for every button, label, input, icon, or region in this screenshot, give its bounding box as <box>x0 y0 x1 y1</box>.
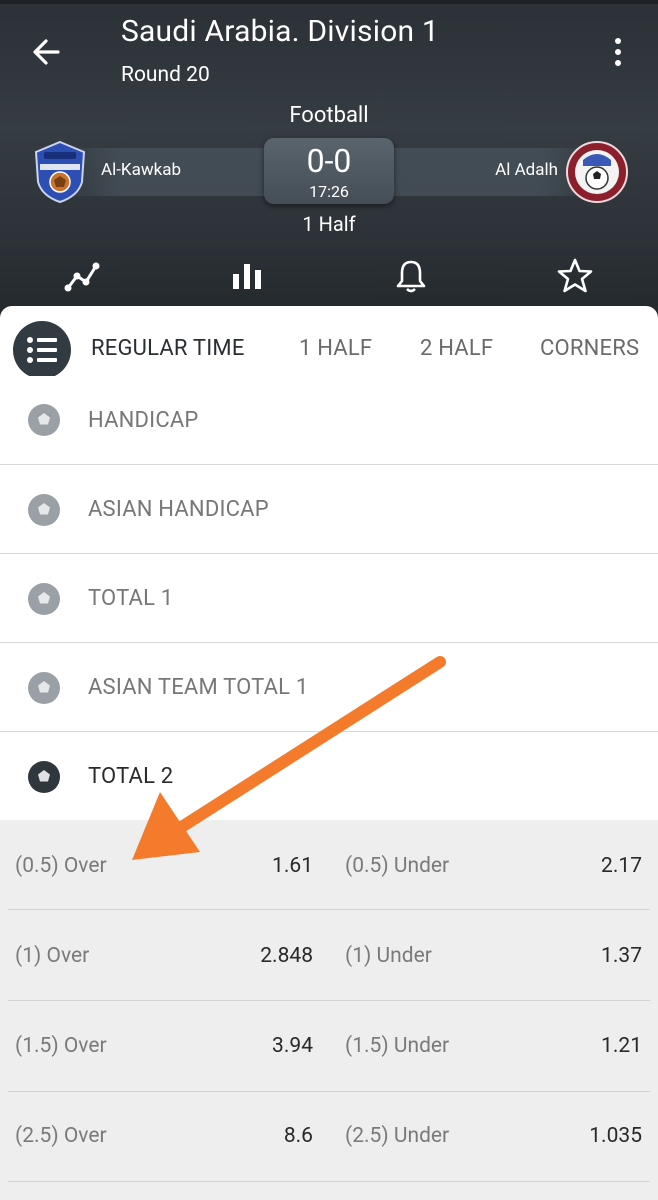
market-total-1[interactable]: TOTAL 1 <box>0 554 658 643</box>
over-odds[interactable]: 1.61 <box>272 854 313 878</box>
score: 0-0 <box>306 142 352 180</box>
football-icon <box>28 404 60 436</box>
under-label[interactable]: (1.5) Under <box>345 1034 449 1058</box>
match-header: Saudi Arabia. Division 1 Round 20 Footba… <box>0 0 658 320</box>
football-icon <box>28 583 60 615</box>
over-label[interactable]: (1.5) Over <box>15 1034 107 1058</box>
more-options-button[interactable] <box>606 34 630 70</box>
back-button[interactable] <box>28 34 64 70</box>
tab-regular-time[interactable]: REGULAR TIME <box>91 336 245 361</box>
live-tracker-button[interactable] <box>62 256 102 296</box>
odds-row: (1.5) Over 3.94 (1.5) Under 1.21 <box>0 1002 658 1092</box>
statistics-button[interactable] <box>227 256 267 296</box>
market-asian-handicap[interactable]: ASIAN HANDICAP <box>0 465 658 554</box>
tab-1-half[interactable]: 1 HALF <box>299 336 372 361</box>
markets-menu-button[interactable] <box>13 321 71 379</box>
sport-label: Football <box>289 103 369 128</box>
bell-icon <box>396 260 426 293</box>
match-clock: 17:26 <box>309 182 349 201</box>
star-icon <box>557 258 593 293</box>
line-chart-icon <box>64 262 100 292</box>
favorite-button[interactable] <box>555 256 595 296</box>
market-label: ASIAN TEAM TOTAL 1 <box>88 675 309 700</box>
row-divider <box>8 1000 650 1001</box>
odds-row: (2.5) Over 8.6 (2.5) Under 1.035 <box>0 1092 658 1182</box>
under-odds[interactable]: 1.035 <box>589 1124 642 1148</box>
notifications-button[interactable] <box>391 256 431 296</box>
football-icon <box>28 672 60 704</box>
odds-row: (1) Over 2.848 (1) Under 1.37 <box>0 911 658 1001</box>
row-divider <box>8 909 650 910</box>
market-label: HANDICAP <box>88 408 199 433</box>
market-asian-team-total-1[interactable]: ASIAN TEAM TOTAL 1 <box>0 643 658 732</box>
under-label[interactable]: (0.5) Under <box>345 854 449 878</box>
under-odds[interactable]: 2.17 <box>601 854 642 878</box>
market-label: ASIAN HANDICAP <box>88 497 269 522</box>
bar-chart-icon <box>233 264 261 289</box>
tab-2-half[interactable]: 2 HALF <box>420 336 493 361</box>
market-handicap[interactable]: HANDICAP <box>0 376 658 465</box>
football-icon <box>28 494 60 526</box>
round-label: Round 20 <box>121 63 210 87</box>
row-divider <box>8 1181 650 1182</box>
home-team-name: Al-Kawkab <box>101 160 182 180</box>
market-label: TOTAL 1 <box>88 586 174 611</box>
list-icon <box>27 337 57 363</box>
home-team-logo <box>30 140 90 204</box>
over-odds[interactable]: 3.94 <box>272 1034 313 1058</box>
tab-corners[interactable]: CORNERS <box>540 336 639 361</box>
market-label: TOTAL 2 <box>88 764 174 789</box>
over-label[interactable]: (0.5) Over <box>15 854 107 878</box>
away-team-name: Al Adalh <box>495 160 558 180</box>
away-team-logo <box>565 140 628 204</box>
odds-row: (0.5) Over 1.61 (0.5) Under 2.17 <box>0 820 658 910</box>
over-label[interactable]: (1) Over <box>15 944 89 968</box>
kebab-dot <box>615 49 621 55</box>
kebab-dot <box>615 60 621 66</box>
match-period: 1 Half <box>302 212 356 236</box>
under-label[interactable]: (1) Under <box>345 944 432 968</box>
scoreboard: 0-0 17:26 <box>264 138 394 204</box>
over-odds[interactable]: 8.6 <box>284 1124 313 1148</box>
arrow-left-icon <box>33 39 60 65</box>
kebab-dot <box>615 38 621 44</box>
odds-table: (0.5) Over 1.61 (0.5) Under 2.17 (1) Ove… <box>0 820 658 1200</box>
over-label[interactable]: (2.5) Over <box>15 1124 107 1148</box>
over-odds[interactable]: 2.848 <box>260 944 313 968</box>
under-odds[interactable]: 1.37 <box>601 944 642 968</box>
under-odds[interactable]: 1.21 <box>601 1034 642 1058</box>
market-total-2[interactable]: TOTAL 2 <box>0 732 658 821</box>
league-title: Saudi Arabia. Division 1 <box>121 14 439 49</box>
under-label[interactable]: (2.5) Under <box>345 1124 449 1148</box>
football-icon <box>28 761 60 793</box>
